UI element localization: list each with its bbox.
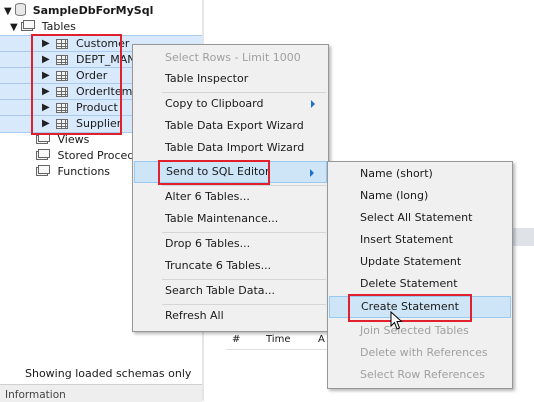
output-column-time: Time <box>266 334 291 345</box>
submenu-item-name-long[interactable]: Name (long) <box>329 185 511 207</box>
stored-procedures-node[interactable]: Stored Proced <box>36 148 134 164</box>
menu-item-truncate-tables[interactable]: Truncate 6 Tables... <box>134 255 327 277</box>
submenu-item-insert[interactable]: Insert Statement <box>329 229 511 251</box>
schema-status-text: Showing loaded schemas only <box>25 367 192 380</box>
menu-item-label: Copy to Clipboard <box>165 97 264 110</box>
submenu-arrow-icon <box>311 100 315 108</box>
menu-item-select-rows[interactable]: Select Rows - Limit 1000 <box>134 47 327 69</box>
menu-item-search-table-data[interactable]: Search Table Data... <box>134 280 327 302</box>
submenu-item-name-short[interactable]: Name (short) <box>329 163 511 185</box>
menu-item-drop-tables[interactable]: Drop 6 Tables... <box>134 233 327 255</box>
submenu-item-delete-with-refs[interactable]: Delete with References <box>329 342 511 364</box>
schema-name: SampleDbForMySql <box>32 4 154 17</box>
collapse-triangle-icon[interactable]: ▼ <box>10 22 18 33</box>
menu-item-table-data-export[interactable]: Table Data Export Wizard <box>134 115 327 137</box>
procedures-folder-icon <box>36 149 50 160</box>
functions-label: Functions <box>57 165 111 178</box>
schema-node[interactable]: ▼ SampleDbForMySql <box>4 3 153 19</box>
menu-item-table-maintenance[interactable]: Table Maintenance... <box>134 208 327 230</box>
database-icon <box>15 3 27 16</box>
table-context-menu: Select Rows - Limit 1000 Table Inspector… <box>132 44 329 332</box>
output-header-divider <box>226 349 336 350</box>
output-column-action: A <box>318 334 325 345</box>
create-statement-highlight-box <box>348 294 472 322</box>
menu-item-table-inspector[interactable]: Table Inspector <box>134 68 327 90</box>
submenu-item-select-row-refs[interactable]: Select Row References <box>329 364 511 386</box>
tables-node[interactable]: ▼ Tables <box>10 19 76 35</box>
tables-folder-icon <box>21 20 36 31</box>
functions-node[interactable]: Functions <box>36 164 110 180</box>
stored-procedures-label: Stored Proced <box>57 149 135 162</box>
submenu-item-join-selected[interactable]: Join Selected Tables <box>329 320 511 342</box>
menu-item-table-data-import[interactable]: Table Data Import Wizard <box>134 137 327 159</box>
submenu-arrow-icon <box>310 169 314 177</box>
send-to-sql-highlight-box <box>158 160 270 185</box>
menu-item-alter-tables[interactable]: Alter 6 Tables... <box>134 186 327 208</box>
functions-folder-icon <box>36 165 50 176</box>
information-label: Information <box>5 389 66 401</box>
collapse-triangle-icon[interactable]: ▼ <box>4 6 12 17</box>
mouse-pointer-icon <box>389 310 403 334</box>
menu-item-copy-to-clipboard[interactable]: Copy to Clipboard <box>134 93 327 115</box>
menu-item-refresh-all[interactable]: Refresh All <box>134 305 327 327</box>
output-column-number: # <box>232 334 241 345</box>
submenu-item-delete[interactable]: Delete Statement <box>329 273 511 295</box>
tables-label: Tables <box>41 20 76 33</box>
submenu-item-select-all[interactable]: Select All Statement <box>329 207 511 229</box>
tables-highlight-box <box>31 34 122 135</box>
submenu-item-update[interactable]: Update Statement <box>329 251 511 273</box>
send-to-sql-submenu: Name (short) Name (long) Select All Stat… <box>327 161 513 389</box>
